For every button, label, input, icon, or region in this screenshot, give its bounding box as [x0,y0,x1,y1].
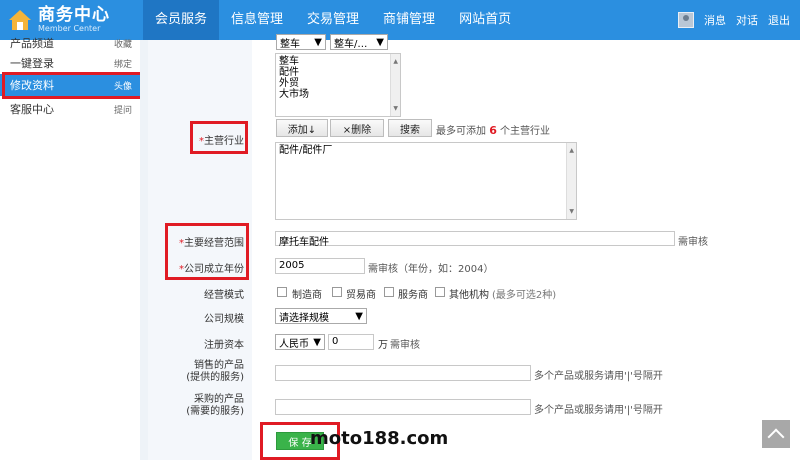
chevron-down-icon: ▼ [376,36,384,48]
user-menu: 消息 对话 退出 [678,0,790,40]
sidebar-item-label: 一键登录 [10,57,54,70]
mode-option: 制造商 [292,290,322,301]
list-item[interactable]: 外贸 [279,78,397,89]
chat-link[interactable]: 对话 [736,12,758,28]
list-item[interactable]: 整车 [279,56,397,67]
back-to-top-button[interactable] [762,420,790,448]
company-size-select[interactable]: 请选择规模 ▼ [275,308,367,324]
sidebar-item-one-click-login[interactable]: 一键登录 绑定 [0,52,140,74]
chevron-down-icon: ▼ [355,310,363,322]
buy-products-hint: 多个产品或服务请用'|'号隔开 [534,405,663,416]
buy-products-label: 采购的产品 (需要的服务) [186,394,244,417]
logout-link[interactable]: 退出 [768,12,790,28]
business-scope-label: *主要经营范围 [179,238,244,249]
sidebar-scrollbar[interactable] [140,40,148,460]
mode-option: 其他机构 [449,290,489,301]
sell-products-input[interactable] [275,365,531,381]
delete-industry-button[interactable]: ×删除 [330,119,384,137]
profile-form: 整车 ▼ 整车/… ▼ 整车 配件 外贸 大市场 ▲ ▼ *主营行业 添加↓ ×删除… [148,34,800,460]
mode-hint: (最多可选2种) [492,290,557,301]
sidebar-item-product-channel[interactable]: 产品频道 收藏 [0,32,140,54]
avatar[interactable] [678,12,694,28]
sidebar: 产品频道 收藏 一键登录 绑定 修改资料 头像 客服中心 提问 [0,37,140,460]
tab-site-home[interactable]: 网站首页 [447,0,523,40]
sidebar-item-support[interactable]: 客服中心 提问 [0,98,140,120]
year-hint: 需审核（年份，如：2004） [368,264,494,275]
capital-hint: 需审核 [390,340,420,351]
sell-products-hint: 多个产品或服务请用'|'号隔开 [534,371,663,382]
business-scope-input[interactable]: 摩托车配件 [275,231,675,248]
selected-industry-list[interactable]: 配件/配件厂 ▲ ▼ [275,142,577,220]
currency-select[interactable]: 人民币 ▼ [275,334,325,350]
scroll-down-icon: ▼ [393,105,398,112]
registered-capital-label: 注册资本 [204,340,244,351]
sell-products-label: 销售的产品 (提供的服务) [186,360,244,383]
logo-title: 商务中心 [38,5,110,25]
chevron-down-icon: ▼ [313,336,321,348]
capital-unit: 万 [378,340,388,351]
buy-products-input[interactable] [275,399,531,415]
main-industry-label: *主营行业 [199,136,244,147]
company-size-label: 公司规模 [204,314,244,325]
mode-checkbox-other[interactable] [435,287,445,297]
add-industry-button[interactable]: 添加↓ [276,119,328,137]
sidebar-item-label: 修改资料 [10,79,54,92]
scope-hint: 需审核 [678,237,708,248]
industry-limit-hint: 最多可添加 6 个主营行业 [436,124,551,137]
sidebar-item-sub[interactable]: 绑定 [114,57,132,70]
founding-year-label: *公司成立年份 [179,264,244,275]
industry-category-list[interactable]: 整车 配件 外贸 大市场 ▲ ▼ [275,53,401,117]
business-mode-label: 经营模式 [204,290,244,301]
mode-option: 贸易商 [346,290,376,301]
category-select-1[interactable]: 整车 ▼ [276,34,326,50]
sidebar-item-sub[interactable]: 提问 [114,103,132,116]
founding-year-input[interactable]: 2005 [275,258,365,274]
scroll-down-icon: ▼ [569,208,574,215]
scroll-up-icon: ▲ [569,147,574,154]
category-select-2[interactable]: 整车/… ▼ [330,34,388,50]
list-item[interactable]: 配件 [279,67,397,78]
scroll-up-icon: ▲ [393,58,398,65]
search-industry-button[interactable]: 搜索 [388,119,432,137]
watermark: moto188.com [310,428,449,449]
sidebar-item-edit-profile[interactable]: 修改资料 头像 [0,74,140,96]
chevron-down-icon: ▼ [314,36,322,48]
mode-checkbox-manufacturer[interactable] [277,287,287,297]
messages-link[interactable]: 消息 [704,12,726,28]
mode-checkbox-trader[interactable] [332,287,342,297]
sidebar-item-label: 产品频道 [10,37,54,50]
sidebar-item-sub[interactable]: 头像 [114,79,132,92]
list-item[interactable]: 配件/配件厂 [279,145,573,156]
house-icon [9,10,31,30]
mode-option: 服务商 [398,290,428,301]
sidebar-item-label: 客服中心 [10,103,54,116]
mode-checkbox-service[interactable] [384,287,394,297]
list-item[interactable]: 大市场 [279,89,397,100]
tab-member-service[interactable]: 会员服务 [143,0,220,40]
sidebar-item-sub[interactable]: 收藏 [114,37,132,50]
capital-input[interactable]: 0 [328,334,374,350]
